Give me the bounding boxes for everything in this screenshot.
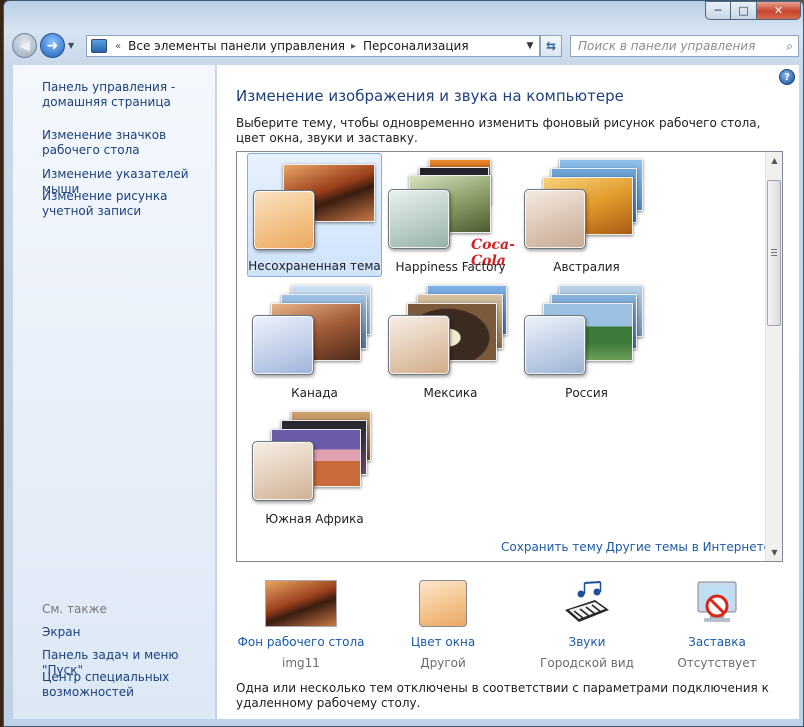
back-arrow-icon: ◀	[19, 37, 30, 54]
desktop-background-option[interactable]: Фон рабочего стола img11	[236, 580, 366, 680]
breadcrumb-separator[interactable]: ▸	[351, 41, 356, 52]
main-panel: ? Изменение изображения и звука на компь…	[217, 65, 799, 719]
page-description: Выберите тему, чтобы одновременно измени…	[236, 116, 761, 145]
scroll-up-arrow-icon[interactable]: ▲	[766, 152, 783, 169]
scroll-down-arrow-icon[interactable]: ▼	[766, 544, 783, 561]
window-color-option[interactable]: Цвет окна Другой	[378, 580, 508, 680]
help-icon[interactable]: ?	[779, 69, 795, 85]
theme-name: Южная Африка	[265, 512, 364, 526]
address-bar[interactable]: « Все элементы панели управления ▸ Персо…	[86, 35, 540, 57]
see-also-link-screen[interactable]: Экран	[42, 625, 217, 640]
scrollbar-thumb[interactable]	[767, 180, 781, 326]
theme-tile-unsaved[interactable]: Несохраненная тема	[247, 153, 382, 277]
sidebar-link-account-picture[interactable]: Изменение рисунка учетной записи	[42, 189, 217, 219]
recent-pages-dropdown[interactable]: ▼	[68, 41, 74, 50]
theme-color-swatch	[252, 315, 314, 375]
search-input[interactable]: Поиск в панели управления ⌕	[570, 35, 799, 57]
theme-tile-australia[interactable]: Австралия	[519, 153, 654, 277]
theme-name: Австралия	[553, 260, 620, 274]
back-button[interactable]: ◀	[12, 33, 37, 58]
sidebar-link-desktop-icons[interactable]: Изменение значков рабочего стола	[42, 128, 217, 158]
theme-tile-canada[interactable]: Канада	[247, 279, 382, 403]
minimize-button[interactable]: ─	[705, 1, 731, 20]
page-title: Изменение изображения и звука на компьют…	[236, 87, 624, 105]
theme-color-swatch	[252, 441, 314, 501]
address-dropdown-button[interactable]: ▼	[521, 41, 539, 51]
see-also-heading: См. также	[42, 602, 107, 616]
option-label[interactable]: Фон рабочего стола	[236, 635, 366, 649]
theme-color-swatch	[524, 189, 586, 249]
control-panel-icon	[91, 39, 107, 53]
screensaver-option[interactable]: Заставка Отсутствует	[652, 580, 782, 680]
breadcrumb-all-items[interactable]: Все элементы панели управления	[128, 39, 345, 53]
option-label[interactable]: Цвет окна	[378, 635, 508, 649]
refresh-icon: ⇆	[545, 39, 557, 53]
theme-tile-happiness-factory[interactable]: Coca-Cola Happiness Factory	[383, 153, 518, 277]
theme-name: Мексика	[423, 386, 478, 400]
theme-name: Happiness Factory	[395, 260, 506, 274]
theme-links: Сохранить тему Другие темы в Интернете	[501, 540, 771, 554]
theme-list-scrollbar[interactable]: ▲ ▼	[765, 152, 782, 561]
window-color-icon	[419, 580, 467, 627]
option-value: Другой	[420, 656, 466, 670]
scrollbar-grip-icon	[771, 249, 777, 256]
see-also-link-accessibility[interactable]: Центр специальных возможностей	[42, 670, 217, 700]
option-value: img11	[282, 656, 320, 670]
theme-color-swatch	[524, 315, 586, 375]
sidebar-link-home[interactable]: Панель управления - домашняя страница	[42, 80, 217, 110]
sounds-icon	[565, 581, 609, 622]
option-label[interactable]: Звуки	[522, 635, 652, 649]
breadcrumb-personalization[interactable]: Персонализация	[363, 39, 469, 53]
search-placeholder: Поиск в панели управления	[578, 39, 756, 53]
theme-name: Канада	[291, 386, 338, 400]
maximize-button[interactable]: □	[731, 1, 757, 20]
control-panel-window: ─ □ ✕ ◀ ➜ ▼ « Все элементы панели управл…	[3, 0, 804, 727]
option-value: Отсутствует	[677, 656, 757, 670]
option-value: Городской вид	[540, 656, 634, 670]
more-themes-online-link[interactable]: Другие темы в Интернете	[606, 540, 771, 554]
caption-buttons: ─ □ ✕	[705, 1, 801, 20]
forward-arrow-icon: ➜	[46, 37, 59, 54]
breadcrumb-overflow[interactable]: «	[115, 41, 121, 52]
theme-tile-south-africa[interactable]: Южная Африка	[247, 405, 382, 529]
theme-color-swatch	[388, 315, 450, 375]
theme-tile-mexico[interactable]: Мексика	[383, 279, 518, 403]
close-button[interactable]: ✕	[757, 1, 801, 20]
sounds-option[interactable]: Звуки Городской вид	[522, 580, 652, 680]
option-label[interactable]: Заставка	[652, 635, 782, 649]
theme-name: Несохраненная тема	[248, 259, 381, 273]
screensaver-icon	[697, 581, 737, 622]
save-theme-link[interactable]: Сохранить тему	[501, 540, 603, 554]
theme-name: Россия	[565, 386, 608, 400]
refresh-button[interactable]: ⇆	[540, 35, 562, 57]
theme-color-swatch	[253, 190, 315, 250]
navigation-buttons: ◀ ➜ ▼	[12, 33, 74, 58]
forward-button[interactable]: ➜	[40, 33, 65, 58]
remote-desktop-note: Одна или несколько тем отключены в соотв…	[236, 681, 769, 710]
sidebar: Панель управления - домашняя страница Из…	[13, 65, 216, 719]
theme-list[interactable]: Несохраненная тема Coca-Cola Happiness F…	[236, 151, 783, 562]
theme-color-swatch	[388, 189, 450, 249]
theme-tile-russia[interactable]: Россия	[519, 279, 654, 403]
search-icon[interactable]: ⌕	[786, 39, 793, 54]
theme-options: Фон рабочего стола img11 Цвет окна Друго…	[236, 580, 783, 680]
desktop-background-icon	[265, 580, 337, 627]
